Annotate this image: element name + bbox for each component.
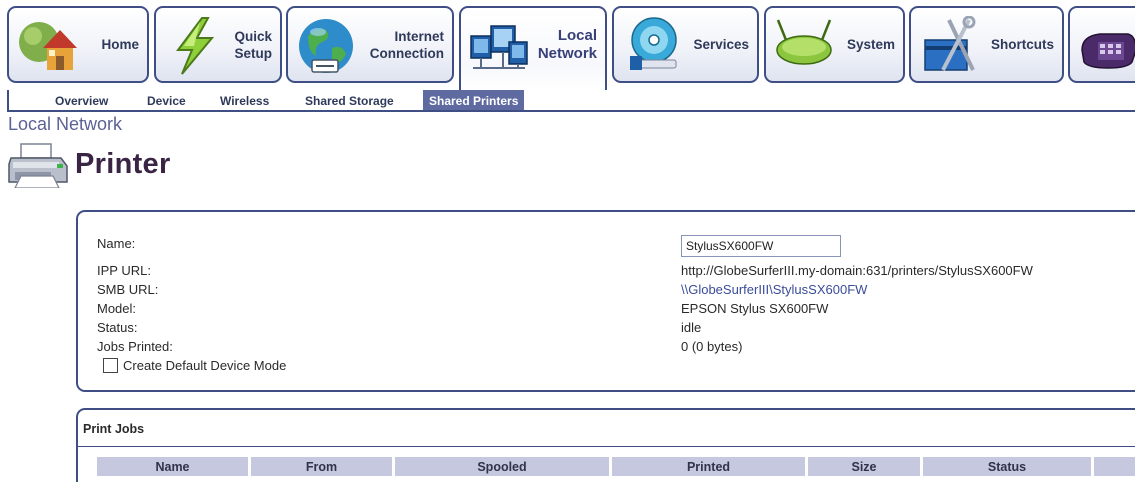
tab-system[interactable]: System bbox=[764, 6, 905, 83]
tab-home[interactable]: Home bbox=[7, 6, 149, 83]
home-icon bbox=[19, 22, 77, 70]
subtab-overview[interactable]: Overview bbox=[55, 94, 108, 108]
lightning-icon bbox=[176, 17, 215, 75]
column-header-size[interactable]: Size bbox=[808, 457, 920, 476]
tab-services-label: Services bbox=[693, 37, 749, 52]
tab-services[interactable]: Services bbox=[612, 6, 759, 83]
column-header-status[interactable]: Status bbox=[923, 457, 1091, 476]
tab-quick-setup[interactable]: Quick Setup bbox=[154, 6, 282, 83]
toolbox-icon bbox=[924, 16, 976, 71]
subtab-shared-printers[interactable]: Shared Printers bbox=[423, 90, 525, 110]
printer-details-panel: Name: IPP URL: http://GlobeSurferIII.my-… bbox=[76, 210, 1135, 392]
top-navigation: Home Quick Setup Internet Connection Loc… bbox=[0, 0, 1135, 92]
router-icon bbox=[776, 19, 832, 65]
tab-home-label: Home bbox=[101, 37, 139, 52]
page: Home Quick Setup Internet Connection Loc… bbox=[0, 0, 1135, 482]
jobs-printed-label: Jobs Printed: bbox=[97, 339, 173, 354]
column-header-name[interactable]: Name bbox=[97, 457, 248, 476]
tab-system-label: System bbox=[846, 37, 895, 52]
default-device-mode-row: Create Default Device Mode bbox=[103, 358, 286, 373]
default-device-mode-label: Create Default Device Mode bbox=[123, 358, 287, 373]
print-jobs-divider bbox=[78, 446, 1135, 447]
page-title: Printer bbox=[75, 148, 171, 180]
tab-shortcuts-label: Shortcuts bbox=[990, 37, 1054, 52]
globe-icon bbox=[299, 19, 353, 73]
sub-navigation: Overview Device Wireless Shared Storage … bbox=[7, 90, 1135, 112]
tab-internet-connection-label: Internet Connection bbox=[369, 28, 444, 61]
column-header-from[interactable]: From bbox=[251, 457, 392, 476]
column-header-extra bbox=[1094, 457, 1135, 476]
column-header-spooled[interactable]: Spooled bbox=[395, 457, 609, 476]
ipp-url-value: http://GlobeSurferIII.my-domain:631/prin… bbox=[681, 263, 1033, 278]
breadcrumb: Local Network bbox=[8, 114, 123, 134]
jobs-printed-value: 0 (0 bytes) bbox=[681, 339, 743, 354]
smb-url-label: SMB URL: bbox=[97, 282, 159, 297]
tab-quick-setup-label: Quick Setup bbox=[234, 28, 272, 61]
tab-internet-connection[interactable]: Internet Connection bbox=[286, 6, 454, 83]
print-jobs-title: Print Jobs bbox=[83, 422, 145, 436]
tab-local-network-label: Local Network bbox=[537, 27, 597, 62]
tab-phone[interactable] bbox=[1068, 6, 1135, 83]
disc-icon bbox=[630, 17, 677, 70]
status-value: idle bbox=[681, 320, 702, 335]
subtab-wireless[interactable]: Wireless bbox=[220, 94, 269, 108]
name-label: Name: bbox=[97, 236, 136, 251]
smb-url-link[interactable]: \\GlobeSurferIII\StylusSX600FW bbox=[681, 282, 867, 297]
phone-icon bbox=[1081, 33, 1135, 69]
network-computers-icon bbox=[470, 25, 528, 69]
print-jobs-panel: Print Jobs Name From Spooled Printed Siz… bbox=[76, 408, 1135, 482]
column-header-printed[interactable]: Printed bbox=[612, 457, 805, 476]
printer-name-input[interactable] bbox=[681, 235, 841, 257]
default-device-mode-checkbox[interactable] bbox=[103, 358, 118, 373]
tab-shortcuts[interactable]: Shortcuts bbox=[909, 6, 1064, 83]
ipp-url-label: IPP URL: bbox=[97, 263, 151, 278]
printer-icon bbox=[8, 143, 68, 188]
subtab-shared-storage[interactable]: Shared Storage bbox=[305, 94, 394, 108]
model-label: Model: bbox=[97, 301, 137, 316]
tab-local-network[interactable]: Local Network bbox=[459, 6, 607, 90]
subtab-device[interactable]: Device bbox=[147, 94, 186, 108]
model-value: EPSON Stylus SX600FW bbox=[681, 301, 829, 316]
status-label: Status: bbox=[97, 320, 138, 335]
